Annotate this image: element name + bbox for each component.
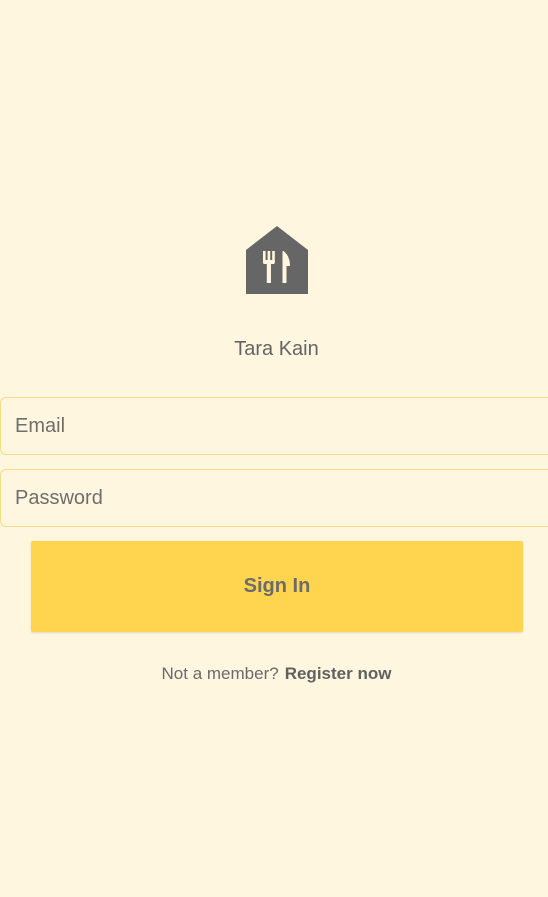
password-field[interactable] <box>0 469 548 527</box>
restaurant-house-icon <box>246 226 308 294</box>
app-name: Tara Kain <box>234 338 319 360</box>
app-logo <box>246 226 308 294</box>
register-row: Not a member? Register now <box>0 664 548 684</box>
register-prompt: Not a member? <box>161 664 279 683</box>
sign-in-button[interactable]: Sign In <box>31 541 523 632</box>
email-field[interactable] <box>0 397 548 455</box>
register-link[interactable]: Register now <box>285 664 392 683</box>
